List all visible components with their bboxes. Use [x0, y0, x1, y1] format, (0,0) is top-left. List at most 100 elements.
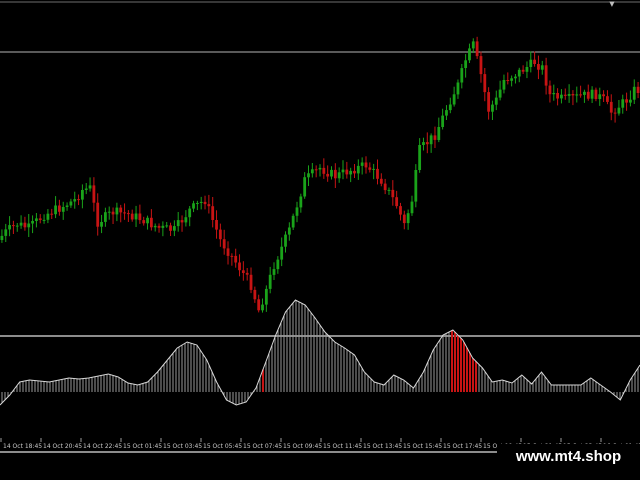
time-axis-label: 15 Oct 11:45	[323, 443, 362, 450]
bear-candle	[12, 225, 15, 227]
bull-candle	[303, 177, 307, 197]
bear-candle	[395, 197, 399, 207]
bear-candle	[399, 206, 402, 215]
bear-candle	[613, 112, 617, 114]
bull-candle	[529, 59, 533, 67]
bull-candle	[583, 91, 586, 95]
bear-candle	[368, 167, 372, 170]
bull-candle	[199, 201, 203, 203]
bull-candle	[107, 211, 111, 213]
bull-candle	[261, 304, 264, 311]
bull-candle	[69, 201, 73, 206]
bull-candle	[621, 99, 625, 108]
bull-candle	[172, 226, 176, 231]
bear-candle	[625, 99, 628, 103]
time-axis-label: 15 Oct 07:45	[243, 443, 282, 450]
bull-candle	[464, 60, 468, 68]
bull-candle	[540, 65, 544, 70]
bear-candle	[238, 262, 241, 271]
bear-candle	[180, 220, 184, 223]
bear-candle	[586, 91, 590, 99]
bear-candle	[119, 207, 123, 213]
bull-candle	[153, 225, 157, 228]
bull-candle	[410, 201, 414, 214]
bull-candle	[372, 168, 376, 170]
bear-candle	[609, 101, 613, 113]
bear-candle	[345, 169, 349, 175]
bull-candle	[491, 104, 494, 112]
bull-candle	[525, 67, 529, 72]
bear-candle	[533, 59, 537, 64]
bull-candle	[73, 199, 77, 202]
time-axis-label: 14 Oct 18:45	[3, 443, 42, 450]
bull-candle	[115, 207, 119, 215]
bull-candle	[307, 173, 310, 178]
bull-candle	[387, 189, 391, 191]
time-axis-label: 15 Oct 09:45	[283, 443, 322, 450]
chart-window[interactable]: 14 Oct 18:45 14 Oct 20:45 14 Oct 22:45 15 O…	[0, 0, 640, 480]
bear-candle	[487, 92, 491, 112]
bull-candle	[629, 99, 632, 103]
bear-candle	[241, 270, 245, 273]
bull-candle	[35, 218, 38, 221]
bull-candle	[632, 86, 636, 100]
bull-candle	[264, 288, 268, 305]
bear-candle	[203, 201, 207, 205]
time-axis-label: 15 Oct 17:45	[443, 443, 482, 450]
bull-candle	[445, 110, 448, 116]
bear-candle	[130, 213, 134, 220]
bear-candle	[230, 255, 234, 257]
bull-candle	[100, 222, 103, 227]
bull-candle	[188, 208, 192, 218]
bull-candle	[291, 215, 295, 228]
bear-candle	[475, 41, 479, 57]
bull-candle	[192, 203, 195, 209]
bear-candle	[314, 169, 318, 171]
bull-candle	[360, 162, 364, 166]
bull-candle	[27, 223, 31, 228]
bear-candle	[207, 204, 211, 207]
bear-candle	[425, 142, 429, 145]
bear-candle	[226, 248, 230, 256]
time-axis-label: 14 Oct 20:45	[43, 443, 82, 450]
bull-candle	[318, 167, 322, 170]
bear-candle	[169, 225, 172, 231]
bear-candle	[234, 255, 238, 263]
chevron-down-icon[interactable]: ▼	[607, 0, 617, 8]
bull-candle	[310, 169, 314, 174]
bull-candle	[494, 97, 498, 105]
bull-candle	[19, 222, 23, 226]
bull-candle	[184, 217, 188, 223]
bull-candle	[617, 107, 621, 114]
bull-candle	[268, 274, 272, 289]
bull-candle	[54, 205, 57, 215]
bear-candle	[521, 69, 525, 72]
bear-candle	[149, 217, 153, 228]
bull-candle	[456, 82, 460, 95]
bear-candle	[211, 206, 215, 220]
bear-candle	[257, 299, 261, 311]
bear-candle	[96, 202, 100, 227]
bear-candle	[479, 56, 483, 75]
bull-candle	[103, 212, 107, 222]
bull-candle	[575, 94, 579, 96]
bull-candle	[429, 135, 433, 145]
bear-candle	[353, 170, 356, 174]
bull-candle	[337, 172, 341, 179]
time-axis-label: 15 Oct 13:45	[363, 443, 402, 450]
bear-candle	[556, 93, 559, 99]
bull-candle	[510, 78, 514, 81]
bull-candle	[146, 217, 149, 224]
bear-candle	[326, 173, 330, 177]
bull-candle	[272, 269, 276, 275]
bear-candle	[379, 178, 383, 184]
bull-candle	[356, 165, 360, 174]
bull-candle	[590, 89, 594, 99]
bull-candle	[349, 170, 353, 175]
bull-candle	[567, 94, 571, 96]
price-chart[interactable]: 14 Oct 18:45 14 Oct 20:45 14 Oct 22:45 15 O…	[0, 0, 640, 480]
bull-candle	[165, 225, 169, 227]
bear-candle	[594, 89, 598, 99]
bear-candle	[402, 214, 406, 224]
bull-candle	[65, 205, 69, 207]
